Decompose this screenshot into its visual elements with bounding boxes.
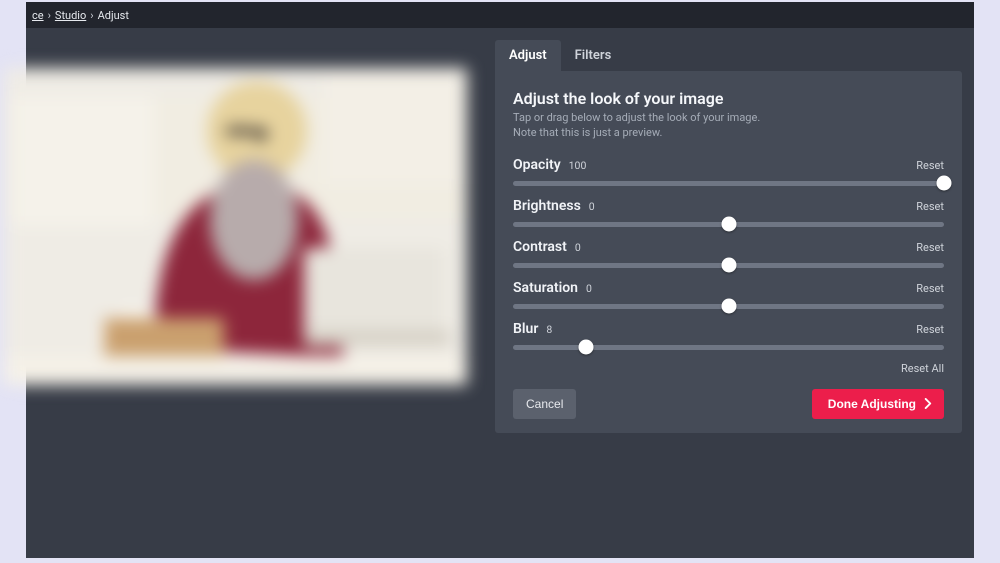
breadcrumb: ce › Studio › Adjust [26,2,974,28]
slider-label: Opacity [513,157,561,173]
tab-filters[interactable]: Filters [561,40,626,71]
breadcrumb-sep: › [48,9,51,22]
breadcrumb-item-current: Adjust [98,9,129,22]
slider-thumb-saturation[interactable] [721,299,736,314]
slider-value: 0 [589,200,595,213]
done-adjusting-button[interactable]: Done Adjusting [812,389,944,419]
breadcrumb-item-studio[interactable]: Studio [55,9,86,22]
slider-saturation: Saturation 0 Reset [513,280,944,309]
slider-opacity: Opacity 100 Reset [513,157,944,186]
reset-all-button[interactable]: Reset All [513,362,944,375]
slider-value: 100 [569,159,587,172]
reset-contrast-button[interactable]: Reset [916,241,944,254]
slider-contrast: Contrast 0 Reset [513,239,944,268]
done-adjusting-label: Done Adjusting [828,397,916,411]
slider-thumb-brightness[interactable] [721,217,736,232]
slider-value: 0 [586,282,592,295]
slider-track-saturation[interactable] [513,304,944,309]
slider-brightness: Brightness 0 Reset [513,198,944,227]
chevron-right-icon [923,398,932,409]
adjust-panel: Adjust the look of your image Tap or dra… [495,71,962,433]
slider-label: Brightness [513,198,581,214]
slider-track-opacity[interactable] [513,181,944,186]
reset-opacity-button[interactable]: Reset [916,159,944,172]
slider-value: 0 [575,241,581,254]
panel-title: Adjust the look of your image [513,89,944,108]
breadcrumb-sep: › [90,9,93,22]
slider-thumb-contrast[interactable] [721,258,736,273]
reset-blur-button[interactable]: Reset [916,323,944,336]
reset-brightness-button[interactable]: Reset [916,200,944,213]
image-preview [4,68,467,385]
slider-label: Saturation [513,280,578,296]
reset-saturation-button[interactable]: Reset [916,282,944,295]
tab-adjust[interactable]: Adjust [495,40,561,71]
tabs: Adjust Filters [495,40,962,71]
slider-blur: Blur 8 Reset [513,321,944,350]
panel-description: Tap or drag below to adjust the look of … [513,111,944,141]
slider-track-contrast[interactable] [513,263,944,268]
slider-label: Blur [513,321,538,337]
slider-track-brightness[interactable] [513,222,944,227]
slider-value: 8 [546,323,552,336]
slider-thumb-opacity[interactable] [937,176,952,191]
slider-track-blur[interactable] [513,345,944,350]
slider-label: Contrast [513,239,567,255]
cancel-button[interactable]: Cancel [513,389,576,419]
breadcrumb-item-truncated[interactable]: ce [32,9,44,22]
slider-thumb-blur[interactable] [579,340,594,355]
